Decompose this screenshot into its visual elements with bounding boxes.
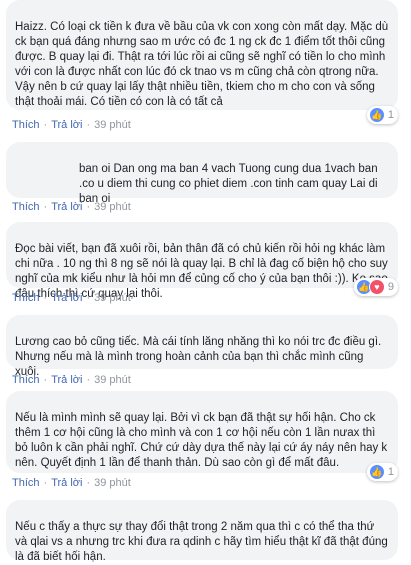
comment-text: Haizz. Có loại ck tiền k đưa về bầu của …: [15, 21, 389, 108]
thumbs-up-icon: 👍: [368, 107, 385, 123]
like-link[interactable]: Thích: [12, 292, 40, 304]
like-link[interactable]: Thích: [12, 201, 40, 213]
thumbs-up-icon: 👍: [368, 464, 385, 480]
reply-link[interactable]: Trả lời: [51, 119, 82, 131]
reaction-summary[interactable]: 👍 1: [366, 463, 398, 481]
comment-actions: Thích · Trả lời · 39 phút: [12, 119, 131, 131]
heart-icon: ♥: [368, 279, 385, 295]
comment-time[interactable]: 39 phút: [94, 201, 131, 213]
comment-actions: Thích · Trả lời · 39 phút: [12, 374, 131, 386]
reply-link[interactable]: Trả lời: [51, 292, 82, 304]
comment-time[interactable]: 39 phút: [94, 119, 131, 131]
reaction-count: 1: [387, 466, 394, 478]
comment-bubble: Nếu c thấy a thực sự thay đổi thật trong…: [6, 500, 398, 563]
comment-time[interactable]: 39 phút: [94, 374, 131, 386]
reaction-count: 1: [387, 109, 394, 121]
reaction-summary[interactable]: 👍 ♥ 9: [353, 278, 398, 296]
reaction-count: 9: [387, 281, 394, 293]
reaction-summary[interactable]: 👍 1: [366, 106, 398, 124]
comment-text: ban oi Dan ong ma ban 4 vach Tuong cung …: [79, 163, 378, 205]
reply-link[interactable]: Trả lời: [51, 477, 82, 489]
comment-bubble: ban oi Dan ong ma ban 4 vach Tuong cung …: [6, 142, 398, 205]
like-link[interactable]: Thích: [12, 374, 40, 386]
comment-thread: Haizz. Có loại ck tiền k đưa về bầu của …: [0, 0, 411, 563]
comment-actions: Thích · Trả lời · 39 phút: [12, 477, 131, 489]
like-link[interactable]: Thích: [12, 477, 40, 489]
comment-bubble: Nếu là mình mình sẽ quay lại. Bởi vì ck …: [6, 391, 398, 473]
comment-actions: Thích · Trả lời · 39 phút: [12, 201, 131, 213]
comment-time[interactable]: 39 phút: [94, 292, 131, 304]
comment-bubble: Đọc bài viết, bạn đã xuôi rồi, bản thân …: [6, 222, 398, 300]
comment-text: Nếu c thấy a thực sự thay đổi thật trong…: [15, 521, 388, 563]
comment-text: Lương cao bỏ cũng tiếc. Mà cái tính lăng…: [15, 336, 382, 378]
comment-bubble: Haizz. Có loại ck tiền k đưa về bầu của …: [6, 0, 398, 110]
reply-link[interactable]: Trả lời: [51, 374, 82, 386]
comment-text: Nếu là mình mình sẽ quay lại. Bởi vì ck …: [15, 412, 388, 469]
like-link[interactable]: Thích: [12, 119, 40, 131]
reply-link[interactable]: Trả lời: [51, 201, 82, 213]
comment-bubble: Lương cao bỏ cũng tiếc. Mà cái tính lăng…: [6, 315, 398, 378]
comment-time[interactable]: 39 phút: [94, 477, 131, 489]
comment-actions: Thích · Trả lời · 39 phút: [12, 292, 131, 304]
